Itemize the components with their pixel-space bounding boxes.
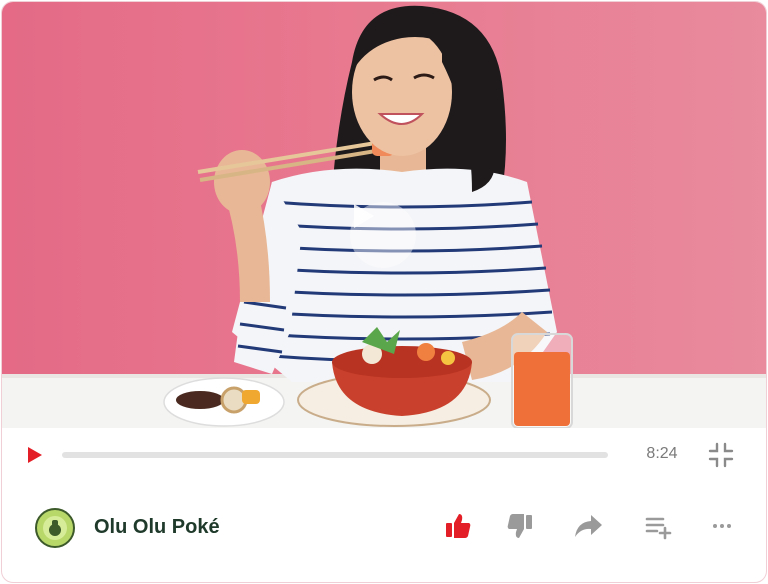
play-icon bbox=[28, 447, 42, 463]
play-button[interactable] bbox=[24, 444, 44, 466]
exit-fullscreen-button[interactable] bbox=[706, 440, 736, 470]
play-icon bbox=[354, 204, 374, 228]
more-icon bbox=[713, 524, 731, 528]
like-button[interactable] bbox=[438, 506, 478, 546]
save-to-playlist-button[interactable] bbox=[638, 506, 678, 546]
video-frame[interactable] bbox=[2, 2, 766, 428]
video-card: 8:24 Olu Olu Poké bbox=[1, 1, 767, 583]
channel-avatar[interactable] bbox=[35, 508, 75, 548]
add-to-playlist-icon bbox=[645, 517, 672, 540]
progress-bar[interactable] bbox=[62, 452, 608, 458]
share-icon bbox=[575, 515, 602, 537]
exit-fullscreen-icon bbox=[708, 442, 734, 468]
dislike-button[interactable] bbox=[500, 506, 540, 546]
thumbs-down-icon bbox=[507, 514, 532, 538]
center-play-button[interactable] bbox=[350, 202, 416, 268]
channel-name[interactable]: Olu Olu Poké bbox=[94, 516, 220, 539]
share-button[interactable] bbox=[568, 506, 608, 546]
video-info-bar: Olu Olu Poké bbox=[2, 482, 766, 582]
player-controls: 8:24 bbox=[2, 428, 766, 482]
more-options-button[interactable] bbox=[702, 506, 742, 546]
channel-logo bbox=[35, 508, 75, 548]
thumbs-up-icon bbox=[446, 514, 471, 538]
duration-label: 8:24 bbox=[646, 445, 678, 462]
